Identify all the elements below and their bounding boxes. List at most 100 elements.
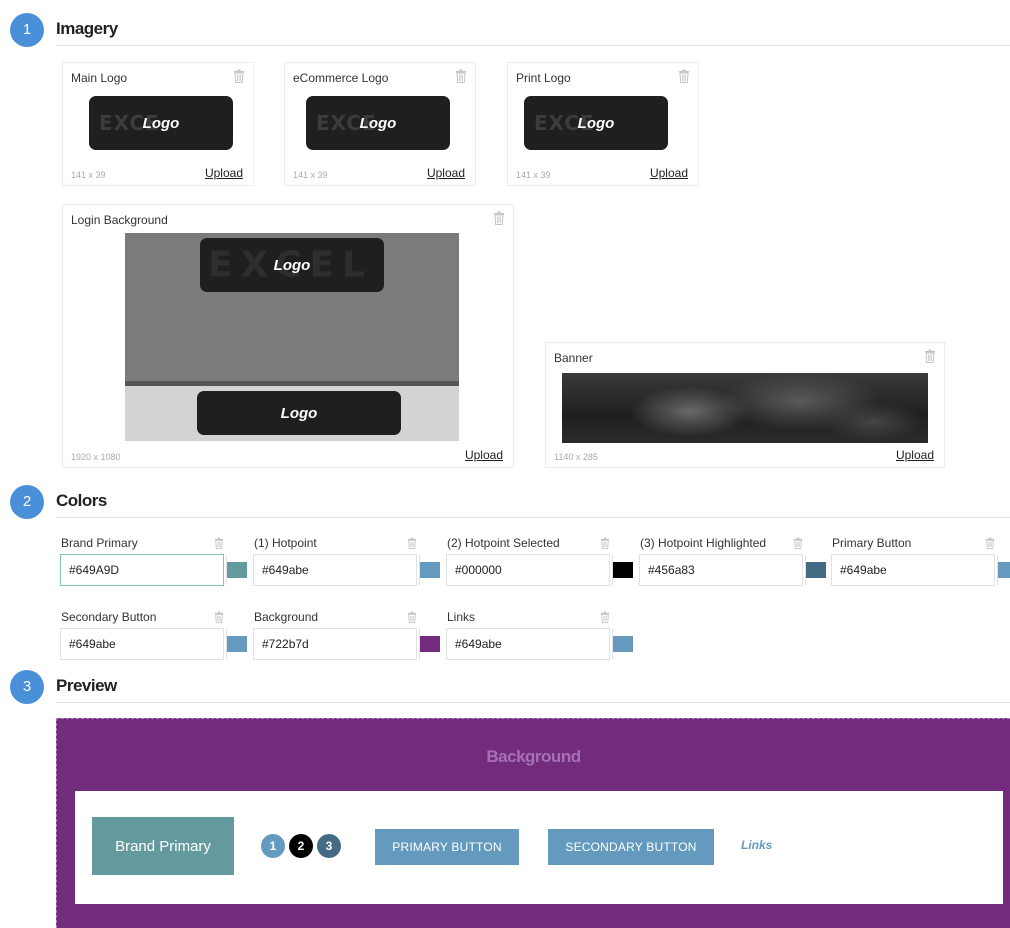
hotpoint-input-group (253, 554, 440, 586)
hotpoint-swatch-button[interactable] (419, 555, 440, 585)
step-number-3: 3 (10, 670, 44, 704)
ecommerce-logo-upload-link[interactable]: Upload (427, 166, 465, 180)
main-logo-label: Main Logo (71, 71, 128, 85)
ecommerce-logo-image: EXCE Logo (306, 96, 450, 150)
preview-hotpoint-1[interactable]: 1 (261, 834, 285, 858)
hotpoint-highlighted-swatch-button[interactable] (805, 555, 826, 585)
links-field: Links (446, 610, 633, 666)
preview-links[interactable]: Links (741, 838, 772, 852)
section-title-preview: Preview (56, 676, 117, 695)
primary-button-input[interactable] (832, 555, 997, 585)
clear-hotpoint-selected-icon[interactable] (600, 537, 610, 549)
hotpoint-selected-input[interactable] (447, 555, 612, 585)
clear-links-icon[interactable] (600, 611, 610, 623)
imagery-section-header: 1 Imagery (10, 13, 1010, 47)
print-logo-upload-link[interactable]: Upload (650, 166, 688, 180)
brand-primary-label: Brand Primary (61, 536, 138, 550)
links-input[interactable] (447, 629, 612, 659)
brand-primary-field: Brand Primary (60, 536, 247, 592)
primary-button-input-group (831, 554, 1010, 586)
background-input-group (253, 628, 440, 660)
logo-text: Logo (273, 256, 311, 274)
hotpoint-highlighted-input[interactable] (640, 555, 805, 585)
section-title-imagery: Imagery (56, 19, 118, 38)
clear-hotpoint-highlighted-icon[interactable] (793, 537, 803, 549)
banner-dimensions: 1140 x 285 (554, 452, 598, 462)
main-logo-card: Main Logo EXCE Logo 141 x 39 Upload (62, 62, 254, 186)
links-swatch-button[interactable] (612, 629, 633, 659)
colors-section-header: 2 Colors (10, 485, 1010, 519)
preview-brand-primary: Brand Primary (92, 817, 234, 875)
brand-primary-swatch-button[interactable] (226, 555, 247, 585)
print-logo-card: Print Logo EXCE Logo 141 x 39 Upload (507, 62, 699, 186)
logo-text: Logo (142, 114, 180, 132)
clear-brand-primary-icon[interactable] (214, 537, 224, 549)
secondary-button-swatch (227, 636, 247, 652)
delete-ecommerce-logo-icon[interactable] (455, 69, 467, 83)
step-number-2: 2 (10, 485, 44, 519)
login-background-upload-link[interactable]: Upload (465, 448, 503, 462)
background-swatch-button[interactable] (419, 629, 440, 659)
main-logo-image: EXCE Logo (89, 96, 233, 150)
delete-banner-icon[interactable] (924, 349, 936, 363)
hotpoint-selected-swatch-button[interactable] (612, 555, 633, 585)
preview-secondary-button[interactable]: SECONDARY BUTTON (548, 829, 714, 865)
hotpoint-swatch (420, 562, 440, 578)
links-label: Links (447, 610, 476, 624)
hotpoint-selected-input-group (446, 554, 633, 586)
preview-hotpoint-2-selected[interactable]: 2 (289, 834, 313, 858)
login-top-logo: EXCEL Logo (200, 238, 384, 292)
hotpoint-highlighted-label: (3) Hotpoint Highlighted (640, 536, 767, 550)
secondary-button-label: Secondary Button (61, 610, 157, 624)
secondary-button-input[interactable] (61, 629, 226, 659)
preview-hotpoint-3-highlighted[interactable]: 3 (317, 834, 341, 858)
print-logo-label: Print Logo (516, 71, 571, 85)
login-background-dimensions: 1920 x 1080 (71, 452, 121, 462)
clear-primary-button-icon[interactable] (985, 537, 995, 549)
primary-button-swatch-button[interactable] (997, 555, 1010, 585)
login-background-card: Login Background EXCEL Logo Logo 1920 x … (62, 204, 514, 468)
banner-label: Banner (554, 351, 593, 365)
preview-content-panel: Brand Primary 1 2 3 PRIMARY BUTTON SECON… (75, 791, 1003, 904)
print-logo-image: EXCE Logo (524, 96, 668, 150)
banner-image (562, 373, 928, 443)
hotpoint-selected-swatch (613, 562, 633, 578)
clear-hotpoint-icon[interactable] (407, 537, 417, 549)
delete-login-background-icon[interactable] (493, 211, 505, 225)
section-divider (56, 517, 1010, 518)
banner-card: Banner 1140 x 285 Upload (545, 342, 945, 468)
main-logo-dimensions: 141 x 39 (71, 170, 106, 180)
delete-main-logo-icon[interactable] (233, 69, 245, 83)
hotpoint-selected-label: (2) Hotpoint Selected (447, 536, 560, 550)
section-title-colors: Colors (56, 491, 107, 510)
preview-background-label: Background (486, 747, 581, 766)
clear-secondary-button-icon[interactable] (214, 611, 224, 623)
background-input[interactable] (254, 629, 419, 659)
links-input-group (446, 628, 633, 660)
delete-print-logo-icon[interactable] (678, 69, 690, 83)
secondary-button-field: Secondary Button (60, 610, 247, 666)
clear-background-icon[interactable] (407, 611, 417, 623)
ecommerce-logo-label: eCommerce Logo (293, 71, 389, 85)
preview-primary-button[interactable]: PRIMARY BUTTON (375, 829, 519, 865)
ecommerce-logo-card: eCommerce Logo EXCE Logo 141 x 39 Upload (284, 62, 476, 186)
login-bottom-logo: Logo (197, 391, 401, 435)
banner-upload-link[interactable]: Upload (896, 448, 934, 462)
hotpoint-field: (1) Hotpoint (253, 536, 440, 592)
links-swatch (613, 636, 633, 652)
brand-primary-input[interactable] (61, 555, 226, 585)
hotpoint-highlighted-field: (3) Hotpoint Highlighted (639, 536, 826, 592)
logo-text: Logo (280, 404, 318, 422)
background-label: Background (254, 610, 319, 624)
step-number-1: 1 (10, 13, 44, 47)
main-logo-upload-link[interactable]: Upload (205, 166, 243, 180)
login-background-image: EXCEL Logo Logo (125, 233, 459, 441)
login-background-label: Login Background (71, 213, 168, 227)
primary-button-label: Primary Button (832, 536, 912, 550)
hotpoint-input[interactable] (254, 555, 419, 585)
background-swatch (420, 636, 440, 652)
section-divider (56, 702, 1010, 703)
secondary-button-swatch-button[interactable] (226, 629, 247, 659)
secondary-button-input-group (60, 628, 247, 660)
preview-background: Background Brand Primary 1 2 3 PRIMARY B… (56, 718, 1010, 928)
